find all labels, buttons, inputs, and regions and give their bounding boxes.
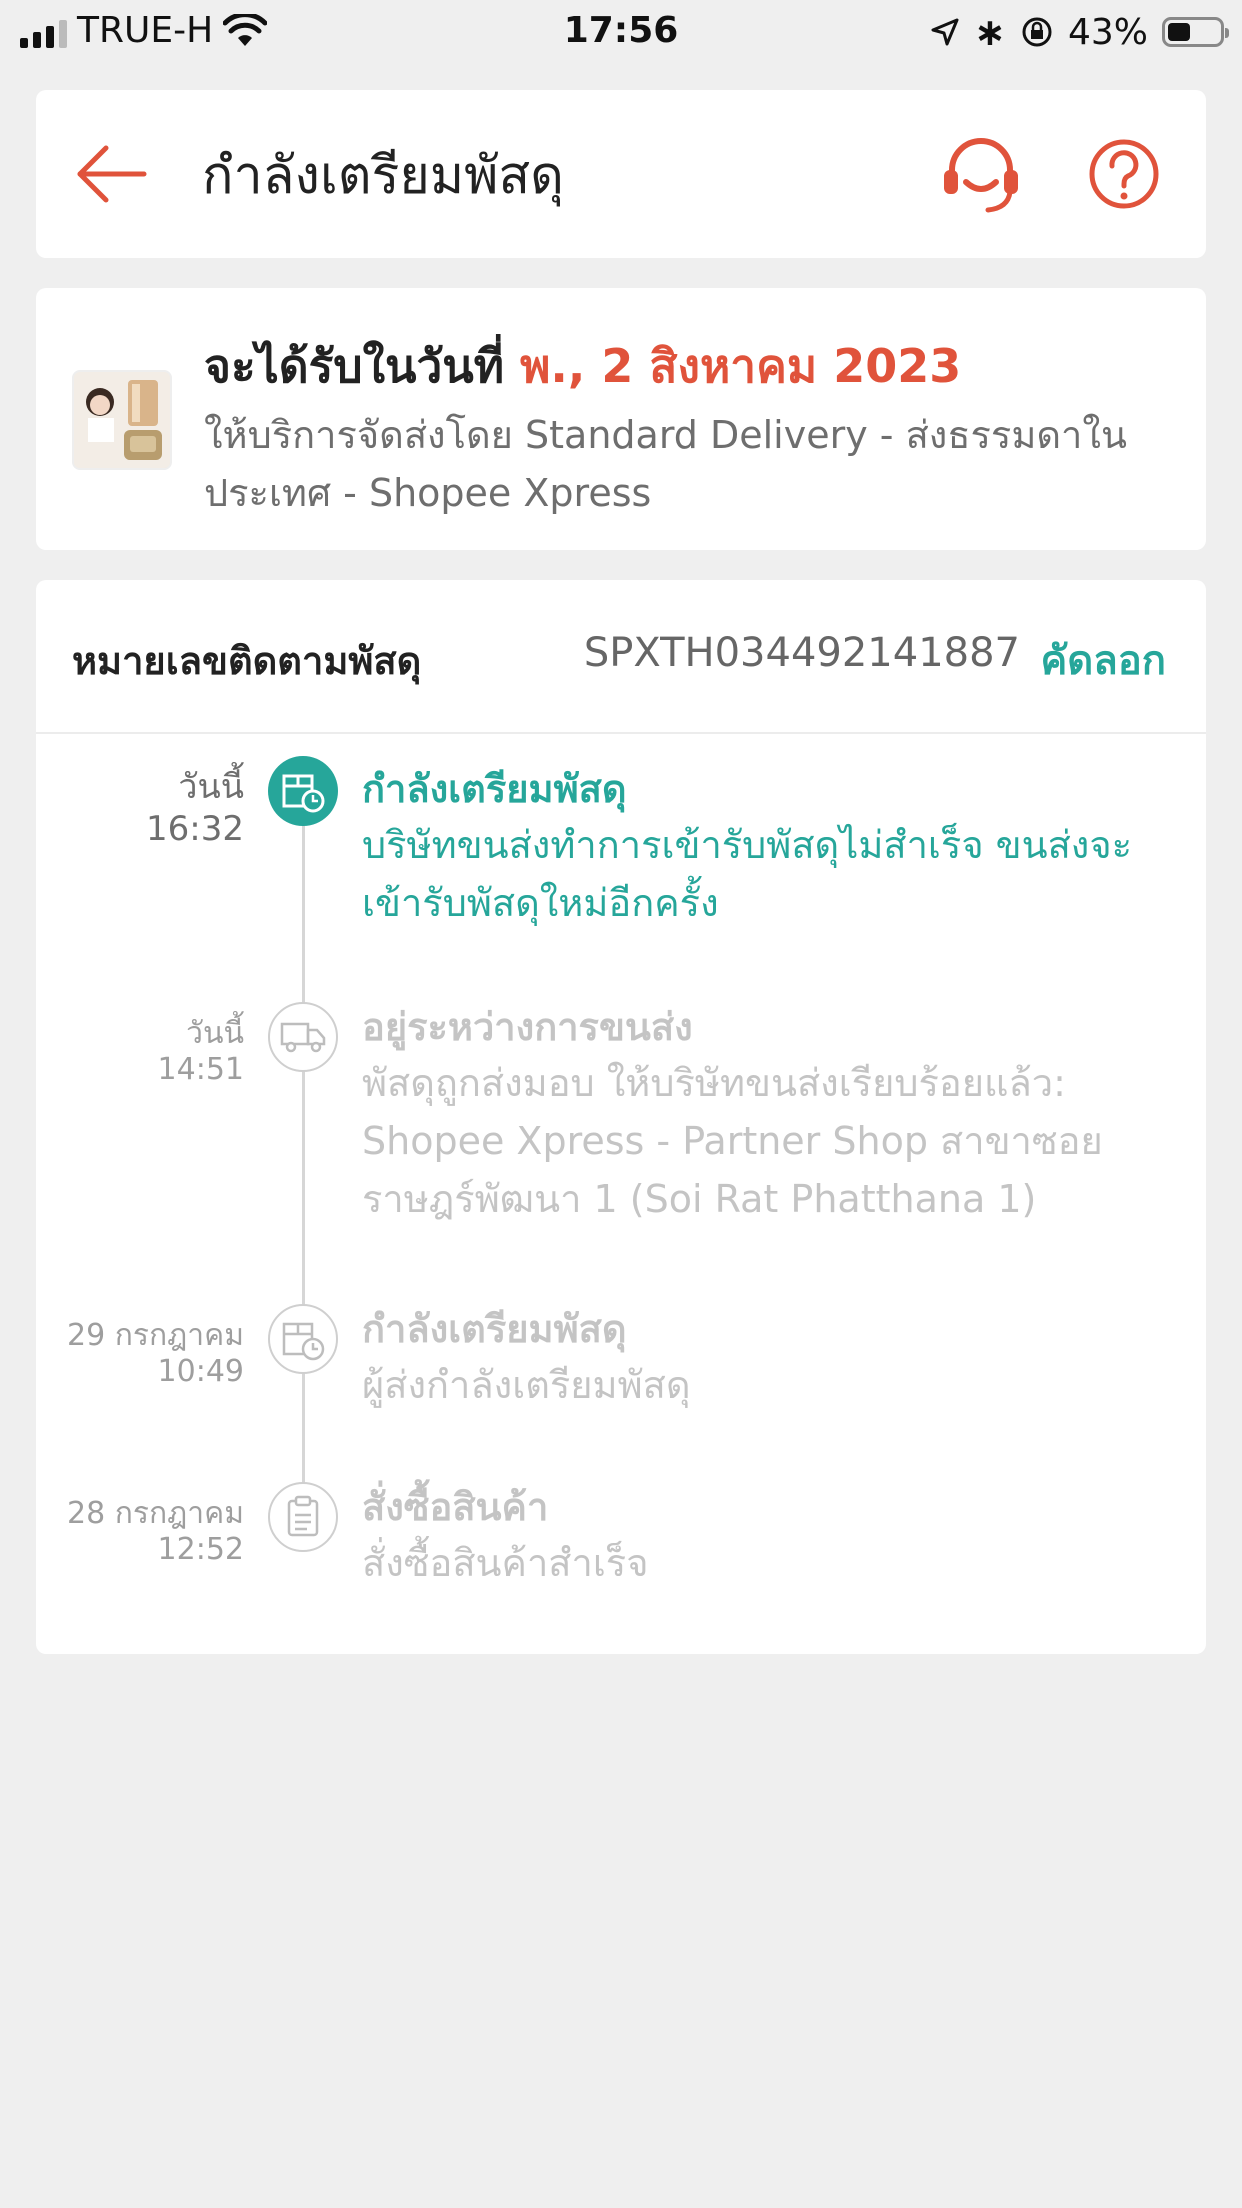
event-date: 29 กรกฎาคม (67, 1318, 244, 1353)
battery-level (1168, 23, 1190, 41)
tracking-number-row: หมายเลขติดตามพัสดุ SPXTH034492141887 คัด… (36, 580, 1206, 734)
timeline-line (302, 802, 305, 1528)
event-body: กำลังเตรียมพัสดุ ผู้ส่งกำลังเตรียมพัสดุ (362, 1302, 1166, 1414)
delivery-service: ให้บริการจัดส่งโดย Standard Delivery - ส… (204, 413, 1127, 515)
event-title: กำลังเตรียมพัสดุ (362, 1307, 627, 1351)
event-datetime: 28 กรกฎาคม 12:52 (67, 1496, 244, 1568)
event-date: 28 กรกฎาคม (67, 1496, 244, 1531)
location-icon (931, 18, 959, 46)
tracking-label: หมายเลขติดตามพัสดุ (72, 639, 422, 683)
event-time: 14:51 (157, 1052, 244, 1087)
event-description: พัสดุถูกส่งมอบ ให้บริษัทขนส่งเรียบร้อยแล… (362, 1061, 1103, 1221)
event-title: กำลังเตรียมพัสดุ (362, 767, 627, 811)
arrow-left-icon (77, 145, 147, 203)
battery-icon (1162, 17, 1229, 47)
clipboard-icon (268, 1482, 338, 1552)
event-description: บริษัทขนส่งทำการเข้ารับพัสดุไม่สำเร็จ ขน… (362, 823, 1133, 925)
event-body: กำลังเตรียมพัสดุ บริษัทขนส่งทำการเข้ารับ… (362, 762, 1166, 932)
help-button[interactable] (1078, 128, 1170, 220)
event-body: สั่งซื้อสินค้า สั่งซื้อสินค้าสำเร็จ (362, 1480, 1166, 1592)
copy-button[interactable]: คัดลอก (1041, 628, 1167, 692)
status-right: ∗ 43% (930, 10, 1229, 54)
back-button[interactable] (72, 134, 152, 214)
question-circle-icon (1089, 139, 1159, 209)
event-title: สั่งซื้อสินค้า (362, 1485, 549, 1529)
delivery-info-card: จะได้รับในวันที่ พ., 2 สิงหาคม 2023 ให้บ… (36, 288, 1206, 550)
delivery-date-value: พ., 2 สิงหาคม 2023 (520, 339, 962, 393)
event-title: อยู่ระหว่างการขนส่ง (362, 1005, 693, 1049)
package-clock-icon (268, 756, 338, 826)
event-date: วันนี้ (178, 767, 244, 807)
event-description: ผู้ส่งกำลังเตรียมพัสดุ (362, 1363, 691, 1407)
tracking-number: SPXTH034492141887 (583, 630, 1020, 676)
event-datetime: วันนี้ 14:51 (158, 1016, 244, 1088)
event-date: วันนี้ (186, 1016, 244, 1051)
product-thumbnail[interactable] (72, 370, 172, 470)
delivery-prefix: จะได้รับในวันที่ (204, 339, 521, 393)
support-button[interactable] (936, 130, 1026, 220)
event-description: สั่งซื้อสินค้าสำเร็จ (362, 1541, 649, 1585)
status-bar: TRUE-H 17:56 ∗ 43% (0, 0, 1242, 62)
bluetooth-icon: ∗ (974, 10, 1006, 54)
rotation-lock-icon (1022, 17, 1052, 47)
delivery-date: จะได้รับในวันที่ พ., 2 สิงหาคม 2023 (204, 330, 1186, 403)
event-datetime: 29 กรกฎาคม 10:49 (67, 1318, 244, 1390)
event-time: 10:49 (157, 1354, 244, 1389)
package-clock-icon (268, 1304, 338, 1374)
event-datetime: วันนี้ 16:32 (146, 766, 244, 850)
truck-icon (268, 1002, 338, 1072)
event-time: 16:32 (146, 809, 244, 849)
page-title: กำลังเตรียมพัสดุ (202, 145, 564, 206)
event-body: อยู่ระหว่างการขนส่ง พัสดุถูกส่งมอบ ให้บร… (362, 1000, 1166, 1228)
tracking-card: หมายเลขติดตามพัสดุ SPXTH034492141887 คัด… (36, 580, 1206, 1654)
product-image (74, 372, 170, 468)
headset-icon (944, 138, 1018, 213)
header-bar: กำลังเตรียมพัสดุ (36, 90, 1206, 258)
battery-percent: 43% (1067, 11, 1148, 53)
event-time: 12:52 (157, 1532, 244, 1567)
